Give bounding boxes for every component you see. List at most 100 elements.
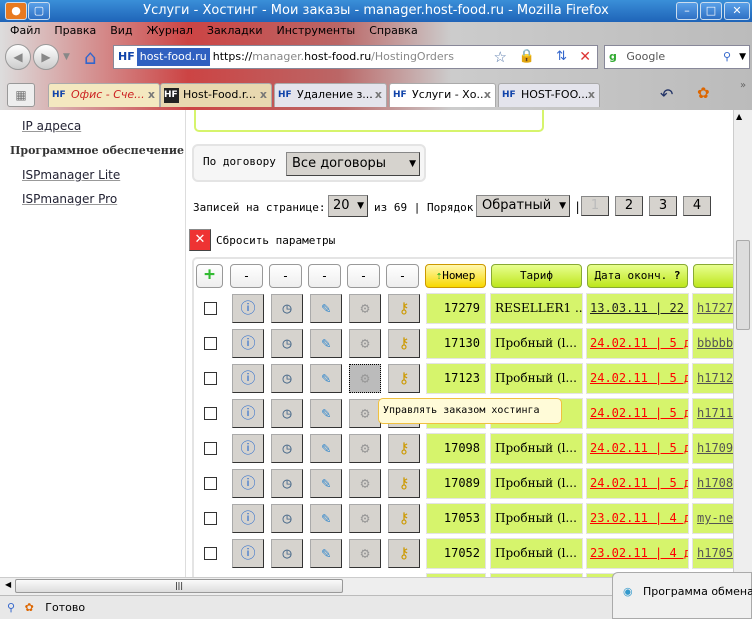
menu-item[interactable]: Справка bbox=[369, 22, 417, 40]
clock-icon[interactable]: ◷ bbox=[271, 364, 303, 393]
key-add-icon[interactable]: ⚷ bbox=[388, 434, 420, 463]
sidebar-item-ispmanager-pro[interactable]: ISPmanager Pro bbox=[22, 192, 117, 206]
edit-icon[interactable]: ✎ bbox=[310, 469, 342, 498]
menu-item[interactable]: Вид bbox=[110, 22, 132, 40]
domain-link[interactable]: h1705 bbox=[697, 546, 733, 560]
search-icon[interactable]: ⚲ bbox=[723, 46, 731, 68]
edit-icon[interactable]: ✎ bbox=[310, 294, 342, 323]
column-toggle-button[interactable]: - bbox=[347, 264, 380, 288]
row-checkbox[interactable] bbox=[204, 477, 217, 490]
gear-icon[interactable]: ⚙ bbox=[349, 539, 381, 568]
gear-icon[interactable]: ⚙ bbox=[349, 364, 381, 393]
notification-popup[interactable]: ◉ Программа обмена bbox=[612, 572, 752, 619]
clock-icon[interactable]: ◷ bbox=[271, 329, 303, 358]
order-select[interactable]: Обратный ▼ bbox=[476, 195, 570, 217]
edit-icon[interactable]: ✎ bbox=[310, 329, 342, 358]
key-add-icon[interactable]: ⚷ bbox=[388, 469, 420, 498]
expiry-date-link[interactable]: 13.03.11 | 22 дн. bbox=[590, 301, 688, 315]
history-dropdown-icon[interactable]: ▼ bbox=[63, 52, 70, 62]
url-bar[interactable]: HF host-food.ru https://manager. host-foo… bbox=[113, 45, 598, 69]
vertical-scrollbar[interactable]: ▲ bbox=[733, 110, 752, 577]
clock-icon[interactable]: ◷ bbox=[271, 294, 303, 323]
menu-item[interactable]: Журнал bbox=[147, 22, 193, 40]
gear-icon[interactable]: ⚙ bbox=[349, 504, 381, 533]
expiry-date-link[interactable]: 23.02.11 | 4 дн. bbox=[590, 511, 688, 525]
key-add-icon[interactable]: ⚷ bbox=[388, 539, 420, 568]
close-tab-icon[interactable]: x bbox=[260, 84, 267, 106]
reset-icon[interactable]: ✕ bbox=[189, 229, 211, 251]
tab-overview-button[interactable]: ▦ bbox=[7, 83, 35, 107]
row-checkbox[interactable] bbox=[204, 302, 217, 315]
row-checkbox[interactable] bbox=[204, 407, 217, 420]
info-icon[interactable]: ⓘ bbox=[232, 434, 264, 463]
expiry-date-link[interactable]: 24.02.11 | 5 дн. bbox=[590, 476, 688, 490]
row-checkbox[interactable] bbox=[204, 372, 217, 385]
menu-item[interactable]: Файл bbox=[10, 22, 40, 40]
tab[interactable]: HF Host-Food.r... x bbox=[160, 83, 272, 107]
domain-link[interactable]: h1709 bbox=[697, 441, 733, 455]
column-toggle-button[interactable]: - bbox=[230, 264, 263, 288]
header-date[interactable]: Дата оконч. ? bbox=[587, 264, 688, 288]
gear-icon[interactable]: ⚙ bbox=[349, 434, 381, 463]
close-tab-icon[interactable]: x bbox=[375, 84, 382, 106]
lock-icon[interactable]: 🔒 bbox=[519, 46, 535, 68]
tab[interactable]: HF Офис - Сче... x bbox=[48, 83, 160, 107]
expiry-date-link[interactable]: 24.02.11 | 5 дн. bbox=[590, 336, 688, 350]
page-button[interactable]: 3 bbox=[649, 196, 677, 216]
domain-link[interactable]: h1727 bbox=[697, 301, 733, 315]
reset-params-link[interactable]: Сбросить параметры bbox=[216, 234, 335, 247]
header-domain[interactable] bbox=[693, 264, 733, 288]
menu-item[interactable]: Правка bbox=[54, 22, 96, 40]
info-icon[interactable]: ⓘ bbox=[232, 469, 264, 498]
close-window-button[interactable]: ✕ bbox=[724, 2, 750, 20]
contract-select[interactable]: Все договоры ▼ bbox=[286, 152, 420, 176]
domain-link[interactable]: h1711 bbox=[697, 406, 733, 420]
search-icon[interactable]: ⚲ bbox=[7, 601, 15, 614]
key-add-icon[interactable]: ⚷ bbox=[388, 329, 420, 358]
site-identity-badge[interactable]: host-food.ru bbox=[136, 48, 210, 66]
bookmark-star-icon[interactable]: ☆ bbox=[494, 46, 507, 68]
scroll-left-icon[interactable]: ◀ bbox=[5, 580, 11, 589]
edit-icon[interactable]: ✎ bbox=[310, 399, 342, 428]
gear-icon[interactable]: ⚙ bbox=[349, 399, 381, 428]
expiry-date-link[interactable]: 23.02.11 | 4 дн. bbox=[590, 546, 688, 560]
row-checkbox[interactable] bbox=[204, 442, 217, 455]
gear-icon[interactable]: ⚙ bbox=[349, 469, 381, 498]
menu-item[interactable]: Инструменты bbox=[277, 22, 356, 40]
gear-icon[interactable]: ⚙ bbox=[349, 294, 381, 323]
edit-icon[interactable]: ✎ bbox=[310, 504, 342, 533]
maximize-button[interactable]: □ bbox=[700, 2, 722, 20]
column-toggle-button[interactable]: - bbox=[308, 264, 341, 288]
reload-icon[interactable]: ⇅ bbox=[556, 46, 567, 68]
page-button[interactable]: 4 bbox=[683, 196, 711, 216]
clock-icon[interactable]: ◷ bbox=[271, 504, 303, 533]
search-bar[interactable]: g Google ⚲ ▼ bbox=[604, 45, 750, 69]
info-icon[interactable]: ⓘ bbox=[232, 364, 264, 393]
column-toggle-button[interactable]: - bbox=[269, 264, 302, 288]
clock-icon[interactable]: ◷ bbox=[271, 434, 303, 463]
scroll-up-icon[interactable]: ▲ bbox=[736, 112, 742, 121]
undo-close-tab-icon[interactable]: ↶ bbox=[660, 85, 673, 104]
back-button[interactable]: ◀ bbox=[5, 44, 31, 70]
sidebar-item-ip[interactable]: IP адреса bbox=[22, 119, 81, 133]
header-number[interactable]: ⇡Номер bbox=[425, 264, 486, 288]
row-checkbox[interactable] bbox=[204, 512, 217, 525]
key-add-icon[interactable]: ⚷ bbox=[388, 504, 420, 533]
expiry-date-link[interactable]: 24.02.11 | 5 дн. bbox=[590, 441, 688, 455]
home-icon[interactable]: ⌂ bbox=[84, 45, 97, 69]
add-order-button[interactable]: + bbox=[196, 264, 223, 288]
tab[interactable]: HF HOST-FOO... x bbox=[498, 83, 600, 107]
info-icon[interactable]: ⓘ bbox=[232, 329, 264, 358]
stop-icon[interactable]: ✕ bbox=[579, 46, 591, 68]
clock-icon[interactable]: ◷ bbox=[271, 539, 303, 568]
edit-icon[interactable]: ✎ bbox=[310, 539, 342, 568]
row-checkbox[interactable] bbox=[204, 547, 217, 560]
close-tab-icon[interactable]: x bbox=[484, 84, 491, 106]
edit-icon[interactable]: ✎ bbox=[310, 364, 342, 393]
tabs-overflow-icon[interactable]: » bbox=[740, 80, 746, 91]
menu-item[interactable]: Закладки bbox=[207, 22, 263, 40]
window-menu-button[interactable]: ▢ bbox=[28, 2, 50, 20]
info-icon[interactable]: ⓘ bbox=[232, 504, 264, 533]
help-icon[interactable]: ? bbox=[674, 269, 681, 282]
key-add-icon[interactable]: ⚷ bbox=[388, 294, 420, 323]
